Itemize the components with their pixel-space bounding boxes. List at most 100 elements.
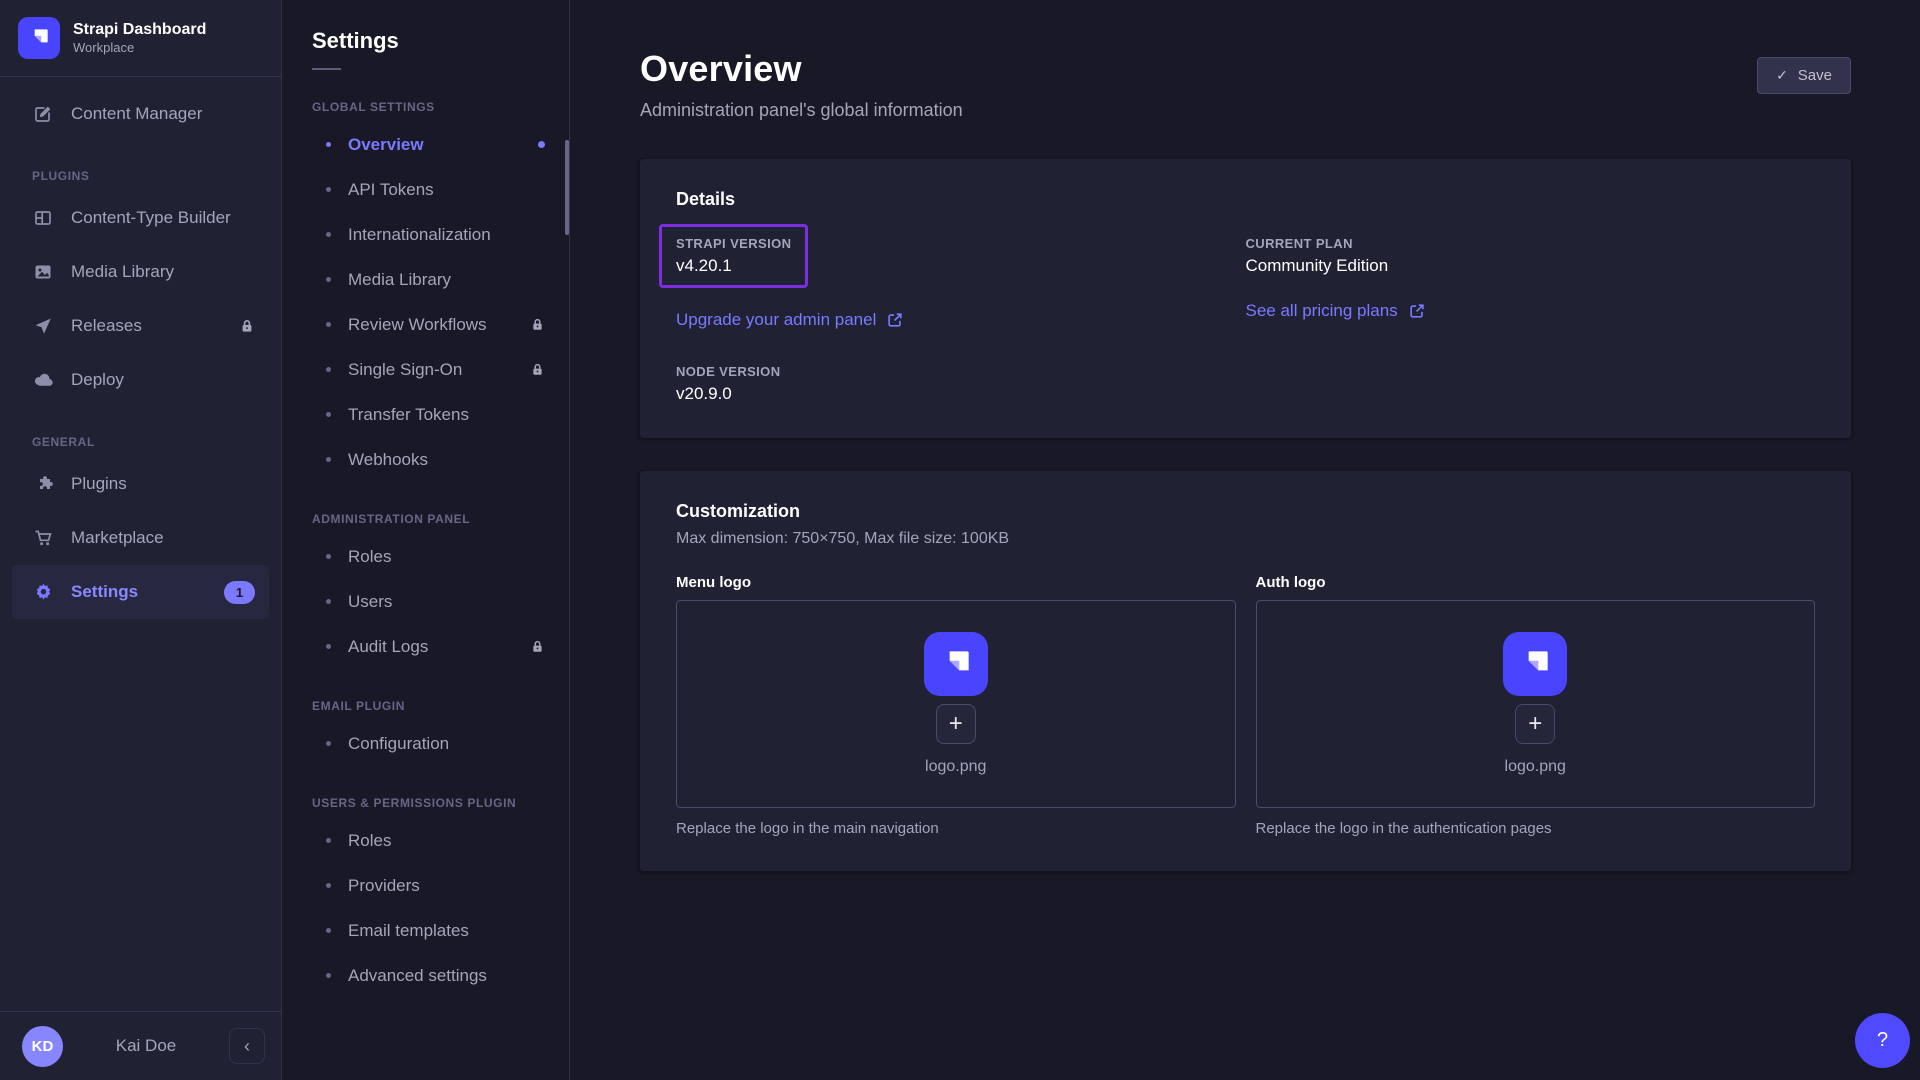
customization-card: Customization Max dimension: 750×750, Ma… [640, 471, 1851, 871]
menu-logo-upload-zone[interactable]: + logo.png [676, 600, 1236, 808]
plus-icon: + [949, 712, 963, 736]
lock-icon [530, 639, 545, 654]
sidebar-item-plugins[interactable]: Plugins [12, 457, 269, 511]
save-button[interactable]: ✓ Save [1757, 57, 1851, 94]
auth-logo-upload-zone[interactable]: + logo.png [1256, 600, 1816, 808]
sidebar-item-label: Plugins [71, 474, 127, 494]
lock-icon [239, 318, 255, 334]
main-sidebar: Strapi Dashboard Workplace Content Manag… [0, 0, 282, 1080]
subnav-item-admin-roles[interactable]: Roles [282, 534, 569, 579]
sidebar-item-settings[interactable]: Settings 1 [12, 565, 269, 619]
workspace-title: Strapi Dashboard [73, 20, 206, 40]
subnav-item-email-templates[interactable]: Email templates [282, 908, 569, 953]
user-name: Kai Doe [63, 1036, 229, 1056]
cart-icon [32, 527, 54, 549]
sidebar-item-marketplace[interactable]: Marketplace [12, 511, 269, 565]
sidebar-item-content-manager[interactable]: Content Manager [12, 87, 269, 141]
subnav-scrollbar[interactable] [565, 140, 569, 235]
sidebar-item-releases[interactable]: Releases [12, 299, 269, 353]
sidebar-item-label: Deploy [71, 370, 124, 390]
settings-notification-badge: 1 [224, 581, 255, 604]
plus-icon: + [1528, 712, 1542, 736]
subnav-item-providers[interactable]: Providers [282, 863, 569, 908]
current-plan-value: Community Edition [1246, 256, 1816, 276]
node-version-value: v20.9.0 [676, 384, 1246, 404]
strapi-version-label: STRAPI VERSION [676, 236, 791, 251]
sidebar-item-content-type-builder[interactable]: Content-Type Builder [12, 191, 269, 245]
external-link-icon [1408, 302, 1426, 320]
page-title: Overview [640, 48, 963, 90]
save-button-label: Save [1798, 67, 1832, 84]
pen-icon [32, 103, 54, 125]
notification-dot-icon [538, 141, 545, 148]
subnav-item-label: Webhooks [348, 450, 428, 470]
bullet-icon [326, 412, 331, 417]
collapse-sidebar-button[interactable]: ‹ [229, 1028, 265, 1064]
sidebar-item-deploy[interactable]: Deploy [12, 353, 269, 407]
layout-icon [32, 207, 54, 229]
sidebar-item-label: Releases [71, 316, 142, 336]
subnav-item-media-library[interactable]: Media Library [282, 257, 569, 302]
customization-heading: Customization [676, 501, 1815, 522]
user-bar: KD Kai Doe ‹ [0, 1011, 281, 1080]
subnav-item-label: Email templates [348, 921, 469, 941]
subnav-item-review-workflows[interactable]: Review Workflows [282, 302, 569, 347]
subnav-item-transfer-tokens[interactable]: Transfer Tokens [282, 392, 569, 437]
bullet-icon [326, 187, 331, 192]
current-plan-label: CURRENT PLAN [1246, 236, 1816, 251]
add-menu-logo-button[interactable]: + [936, 704, 976, 744]
subnav-item-label: Roles [348, 831, 391, 851]
upgrade-admin-panel-link[interactable]: Upgrade your admin panel [676, 310, 1246, 330]
menu-logo-filename: logo.png [925, 758, 986, 776]
subnav-item-webhooks[interactable]: Webhooks [282, 437, 569, 482]
avatar[interactable]: KD [22, 1026, 63, 1067]
auth-logo-label: Auth logo [1256, 574, 1816, 591]
subnav-item-single-sign-on[interactable]: Single Sign-On [282, 347, 569, 392]
bullet-icon [326, 322, 331, 327]
subnav-item-label: Transfer Tokens [348, 405, 469, 425]
bullet-icon [326, 644, 331, 649]
bullet-icon [326, 554, 331, 559]
check-icon: ✓ [1776, 67, 1788, 84]
subnav-item-label: API Tokens [348, 180, 434, 200]
sidebar-nav: Content Manager PLUGINS Content-Type Bui… [0, 77, 281, 1011]
strapi-version-highlight-box: STRAPI VERSION v4.20.1 [659, 224, 808, 288]
subnav-item-overview[interactable]: Overview [282, 122, 569, 167]
puzzle-icon [32, 473, 54, 495]
bullet-icon [326, 277, 331, 282]
details-heading: Details [676, 189, 1815, 210]
workspace-brand[interactable]: Strapi Dashboard Workplace [0, 0, 281, 76]
subnav-item-up-roles[interactable]: Roles [282, 818, 569, 863]
sidebar-item-label: Settings [71, 582, 138, 602]
bullet-icon [326, 883, 331, 888]
main-content: Overview Administration panel's global i… [570, 0, 1920, 1080]
subnav-item-label: Audit Logs [348, 637, 428, 657]
pricing-plans-link[interactable]: See all pricing plans [1246, 301, 1816, 321]
sidebar-item-label: Content Manager [71, 104, 202, 124]
subnav-item-api-tokens[interactable]: API Tokens [282, 167, 569, 212]
subnav-item-label: Providers [348, 876, 420, 896]
strapi-version-value: v4.20.1 [676, 256, 791, 276]
subnav-item-internationalization[interactable]: Internationalization [282, 212, 569, 257]
subnav-section-global-settings: GLOBAL SETTINGS [282, 100, 569, 114]
strapi-logo-preview-icon [1503, 632, 1567, 696]
bullet-icon [326, 367, 331, 372]
help-button[interactable]: ? [1855, 1013, 1910, 1068]
add-auth-logo-button[interactable]: + [1515, 704, 1555, 744]
subnav-item-audit-logs[interactable]: Audit Logs [282, 624, 569, 669]
strapi-logo-icon [18, 17, 60, 59]
bullet-icon [326, 838, 331, 843]
strapi-logo-preview-icon [924, 632, 988, 696]
subnav-item-configuration[interactable]: Configuration [282, 721, 569, 766]
bullet-icon [326, 142, 331, 147]
menu-logo-field: Menu logo + logo.png Replace the logo in… [676, 574, 1236, 837]
sidebar-section-plugins: PLUGINS [12, 169, 269, 183]
sidebar-item-media-library[interactable]: Media Library [12, 245, 269, 299]
subnav-item-advanced-settings[interactable]: Advanced settings [282, 953, 569, 998]
subnav-item-admin-users[interactable]: Users [282, 579, 569, 624]
settings-subnav: Settings GLOBAL SETTINGS Overview API To… [282, 0, 570, 1080]
sidebar-item-label: Marketplace [71, 528, 164, 548]
sidebar-item-label: Media Library [71, 262, 174, 282]
image-icon [32, 261, 54, 283]
customization-constraints: Max dimension: 750×750, Max file size: 1… [676, 530, 1815, 548]
